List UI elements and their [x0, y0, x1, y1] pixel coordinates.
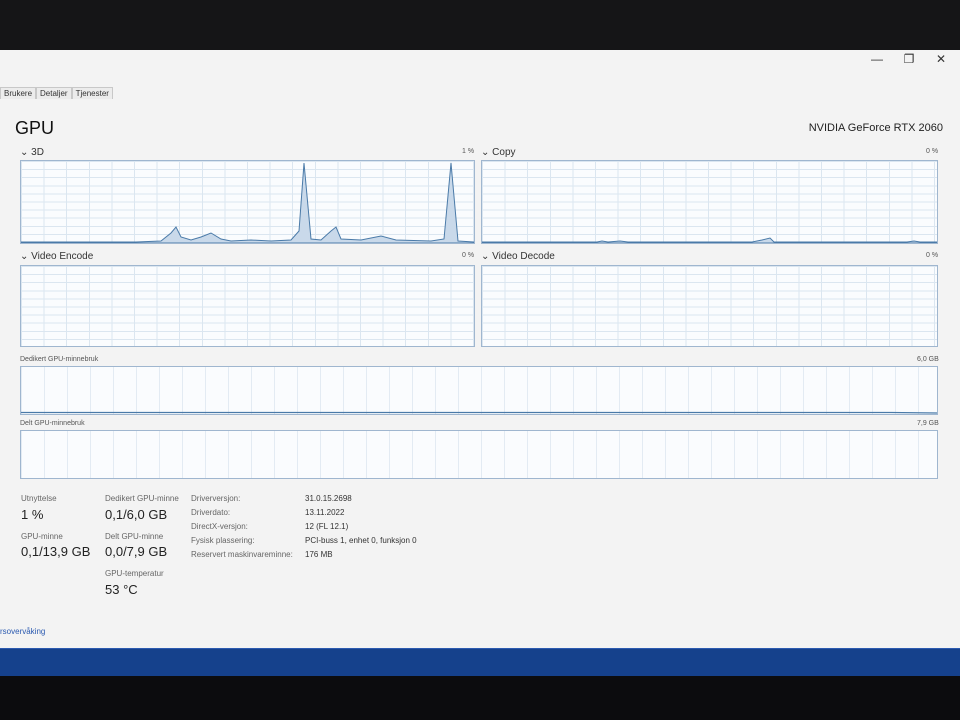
- engine-percent-copy: 0 %: [926, 148, 939, 155]
- shared-memory-label: Delt GPU-minne: [105, 532, 164, 541]
- dedicated-memory-label: Dedikert GPU-minne: [105, 494, 179, 503]
- graph-shared-memory: [20, 430, 938, 479]
- tab-users[interactable]: Brukere: [0, 87, 37, 99]
- taskbar: [0, 648, 960, 677]
- info-key-directx-version: DirectX-versjon:: [191, 522, 248, 531]
- shared-memory-value: 0,0/7,9 GB: [105, 544, 168, 559]
- gpu-temperature-label: GPU-temperatur: [105, 569, 164, 578]
- utilization-value: 1 %: [21, 507, 44, 522]
- gpu-temperature-value: 53 °C: [105, 582, 138, 597]
- dedicated-memory-max: 6,0 GB: [917, 356, 939, 363]
- engine-percent-video-encode: 0 %: [462, 252, 475, 259]
- dedicated-memory-graph-label: Dedikert GPU-minnebruk: [20, 356, 99, 363]
- graph-copy-line: [482, 237, 937, 243]
- monitor-bezel-top: [0, 0, 960, 50]
- info-value-driver-date: 13.11.2022: [305, 508, 345, 517]
- info-value-driver-version: 31.0.15.2698: [305, 494, 352, 503]
- gpu-memory-label: GPU-minne: [21, 532, 63, 541]
- engine-label-copy: Copy: [492, 147, 516, 158]
- engine-dropdown-3d[interactable]: ⌄ 3D: [20, 147, 44, 158]
- window-controls: — ❐ ✕: [866, 50, 952, 68]
- gpu-model-name: NVIDIA GeForce RTX 2060: [808, 122, 943, 134]
- tab-bar: Brukere Detaljer Tjenester: [0, 87, 113, 99]
- tab-services[interactable]: Tjenester: [71, 87, 113, 99]
- shared-memory-graph-label: Delt GPU-minnebruk: [20, 420, 85, 427]
- page-title: GPU: [15, 118, 55, 138]
- info-value-directx-version: 12 (FL 12.1): [305, 522, 349, 531]
- shared-memory-max: 7,9 GB: [917, 420, 939, 427]
- info-key-driver-version: Driverversjon:: [191, 494, 241, 503]
- maximize-icon[interactable]: ❐: [898, 52, 920, 66]
- gpu-memory-value: 0,1/13,9 GB: [21, 544, 91, 559]
- close-icon[interactable]: ✕: [930, 52, 952, 66]
- engine-dropdown-video-encode[interactable]: ⌄ Video Encode: [20, 251, 93, 262]
- info-value-reserved-memory: 176 MB: [305, 550, 333, 559]
- graph-copy: [481, 160, 938, 244]
- resource-monitor-link[interactable]: rsovervåking: [0, 627, 45, 636]
- utilization-label: Utnyttelse: [21, 494, 57, 503]
- engine-percent-video-decode: 0 %: [926, 252, 939, 259]
- engine-dropdown-copy[interactable]: ⌄ Copy: [481, 147, 516, 158]
- engine-percent-3d: 1 %: [462, 148, 475, 155]
- engine-label-video-decode: Video Decode: [492, 251, 555, 262]
- dedicated-memory-value: 0,1/6,0 GB: [105, 507, 168, 522]
- engine-label-video-encode: Video Encode: [31, 251, 94, 262]
- info-key-reserved-memory: Reservert maskinvareminne:: [191, 550, 293, 559]
- graph-video-encode: [20, 265, 475, 347]
- engine-label-3d: 3D: [31, 147, 44, 158]
- monitor-bezel-bottom: [0, 676, 960, 720]
- graph-3d-line: [21, 162, 474, 243]
- info-key-driver-date: Driverdato:: [191, 508, 231, 517]
- engine-dropdown-video-decode[interactable]: ⌄ Video Decode: [481, 251, 555, 262]
- tab-details[interactable]: Detaljer: [36, 87, 72, 99]
- graph-video-decode: [481, 265, 938, 347]
- minimize-icon[interactable]: —: [866, 52, 888, 66]
- info-key-physical-location: Fysisk plassering:: [191, 536, 255, 545]
- dedicated-memory-line: [21, 411, 937, 414]
- graph-3d: [20, 160, 475, 244]
- graph-dedicated-memory: [20, 366, 938, 415]
- task-manager-window: — ❐ ✕ Brukere Detaljer Tjenester GPU NVI…: [0, 50, 960, 648]
- info-value-physical-location: PCI-buss 1, enhet 0, funksjon 0: [305, 536, 417, 545]
